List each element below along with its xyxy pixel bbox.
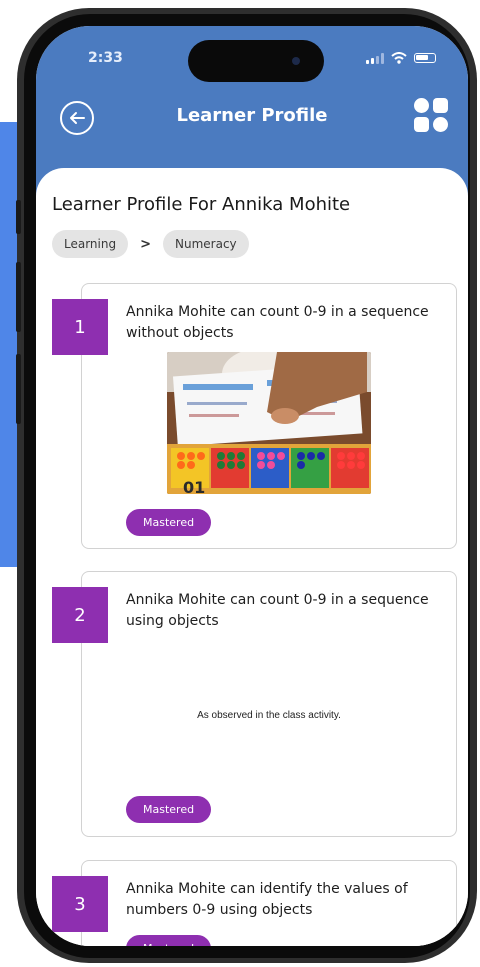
outcome-card[interactable]: Annika Mohite can count 0-9 in a sequenc… xyxy=(81,571,457,837)
status-time: 2:33 xyxy=(88,50,123,66)
mute-switch xyxy=(16,200,21,234)
page-title: Learner Profile xyxy=(176,105,328,126)
volume-down-button xyxy=(16,354,21,424)
svg-text:01: 01 xyxy=(183,478,205,494)
outcome-text: Annika Mohite can count 0-9 in a sequenc… xyxy=(126,592,429,629)
battery-icon xyxy=(414,53,436,63)
volume-up-button xyxy=(16,262,21,332)
signal-icon xyxy=(366,52,384,64)
dynamic-island xyxy=(188,40,324,82)
outcome-card[interactable]: Annika Mohite can identify the values of… xyxy=(81,860,457,946)
status-badge: Mastered xyxy=(126,796,212,823)
breadcrumb-separator: > xyxy=(140,236,152,252)
grid-menu-icon xyxy=(414,98,429,113)
outcome-number: 2 xyxy=(52,587,108,643)
breadcrumb-numeracy[interactable]: Numeracy xyxy=(163,230,249,258)
observation-note: As observed in the class activity. xyxy=(197,710,341,721)
status-badge: Mastered xyxy=(126,935,212,946)
content-area: Learner Profile For Annika Mohite Learni… xyxy=(36,168,468,946)
outcome-text: Annika Mohite can count 0-9 in a sequenc… xyxy=(126,304,429,341)
status-badge: Mastered xyxy=(126,509,212,536)
wifi-icon xyxy=(391,52,407,64)
menu-button[interactable] xyxy=(414,98,448,132)
outcome-text: Annika Mohite can identify the values of… xyxy=(126,881,408,918)
outcome-number: 3 xyxy=(52,876,108,932)
phone-screen: 2:33 Learner Profile Learner Profile For… xyxy=(36,26,468,946)
outcome-number: 1 xyxy=(52,299,108,355)
breadcrumb-learning[interactable]: Learning xyxy=(52,230,129,258)
outcome-card[interactable]: Annika Mohite can count 0-9 in a sequenc… xyxy=(81,283,457,549)
status-icons xyxy=(366,52,436,64)
profile-heading: Learner Profile For Annika Mohite xyxy=(52,194,351,215)
breadcrumb: Learning > Numeracy xyxy=(52,230,249,258)
activity-photo: 01 xyxy=(167,352,371,494)
